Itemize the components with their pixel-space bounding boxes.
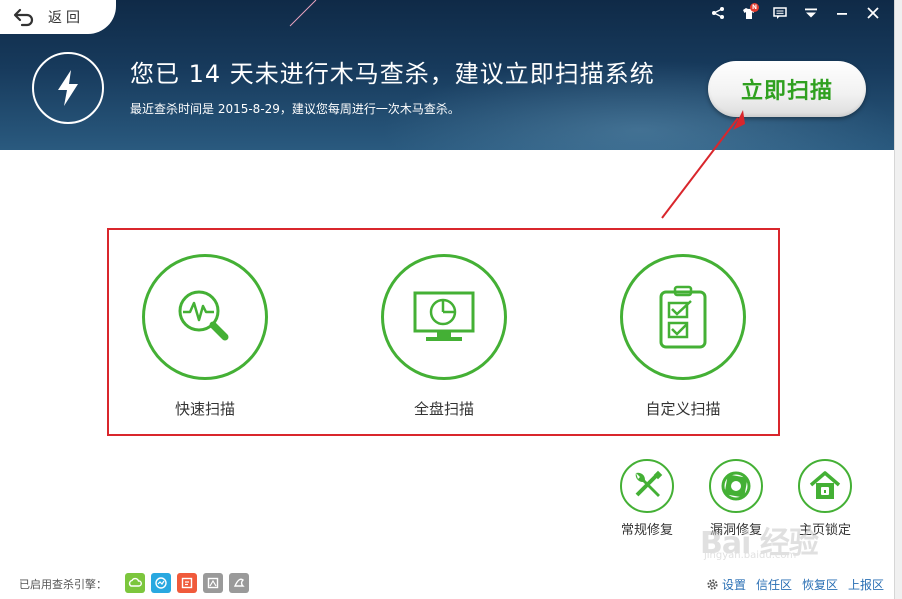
footer-links: 设置 信任区 恢复区 上报区 xyxy=(706,576,884,593)
window-controls: N xyxy=(702,3,888,23)
settings-link[interactable]: 设置 xyxy=(706,576,746,593)
quick-scan-icon xyxy=(142,254,268,380)
quick-scan-label: 快速扫描 xyxy=(174,400,235,418)
qvm-engine-icon[interactable] xyxy=(151,573,171,593)
general-repair-button[interactable]: 常规修复 xyxy=(607,459,687,538)
general-repair-label: 常规修复 xyxy=(620,523,673,538)
custom-scan-button[interactable]: 自定义扫描 xyxy=(613,254,753,419)
watermark-url: jingyan.baidu.com xyxy=(704,550,797,561)
trust-zone-link[interactable]: 信任区 xyxy=(756,576,792,593)
minimize-icon[interactable] xyxy=(826,3,857,23)
close-icon[interactable] xyxy=(857,3,888,23)
wrench-screwdriver-icon xyxy=(620,459,674,513)
vulnerability-repair-label: 漏洞修复 xyxy=(709,523,762,538)
home-lock-icon xyxy=(798,459,852,513)
header-banner: 返回 N 您已 14 天未进行木马查杀，建议立即扫描系统 最近查杀时间是 201… xyxy=(0,0,902,150)
back-button[interactable]: 返回 xyxy=(0,0,116,34)
custom-scan-icon xyxy=(620,254,746,380)
homepage-lock-button[interactable]: 主页锁定 xyxy=(785,459,865,538)
headline: 您已 14 天未进行木马查杀，建议立即扫描系统 xyxy=(130,60,655,88)
full-scan-button[interactable]: 全盘扫描 xyxy=(374,254,514,419)
new-badge: N xyxy=(750,3,759,12)
decorative-line xyxy=(289,0,317,27)
report-zone-link[interactable]: 上报区 xyxy=(848,576,884,593)
homepage-lock-label: 主页锁定 xyxy=(798,523,851,538)
gear-icon xyxy=(707,579,718,590)
bitdefender-engine-icon[interactable] xyxy=(229,573,249,593)
menu-icon[interactable] xyxy=(795,3,826,23)
scan-now-button[interactable]: 立即扫描 xyxy=(708,61,866,117)
message-icon[interactable] xyxy=(764,3,795,23)
quick-scan-button[interactable]: 快速扫描 xyxy=(135,254,275,419)
window-edge xyxy=(894,0,902,599)
full-scan-label: 全盘扫描 xyxy=(413,400,474,418)
vulnerability-repair-button[interactable]: 漏洞修复 xyxy=(696,459,776,538)
avira-engine-icon[interactable] xyxy=(203,573,223,593)
custom-scan-label: 自定义扫描 xyxy=(645,400,721,418)
restore-zone-link[interactable]: 恢复区 xyxy=(802,576,838,593)
cloud-engine-icon[interactable] xyxy=(125,573,145,593)
shirt-icon[interactable]: N xyxy=(733,3,764,23)
footer-bar: 已启用查杀引擎： 设置 信任区 恢复区 上报区 xyxy=(0,568,894,599)
shield-patch-icon xyxy=(709,459,763,513)
settings-label: 设置 xyxy=(721,578,746,592)
lightning-bolt-icon xyxy=(32,52,104,124)
engines-label: 已启用查杀引擎： xyxy=(19,578,107,591)
last-scan-info: 最近查杀时间是 2015-8-29，建议您每周进行一次木马查杀。 xyxy=(130,102,460,116)
back-label: 返回 xyxy=(48,10,84,26)
qex-engine-icon[interactable] xyxy=(177,573,197,593)
share-icon[interactable] xyxy=(702,3,733,23)
full-scan-icon xyxy=(381,254,507,380)
back-arrow-icon xyxy=(13,8,34,27)
